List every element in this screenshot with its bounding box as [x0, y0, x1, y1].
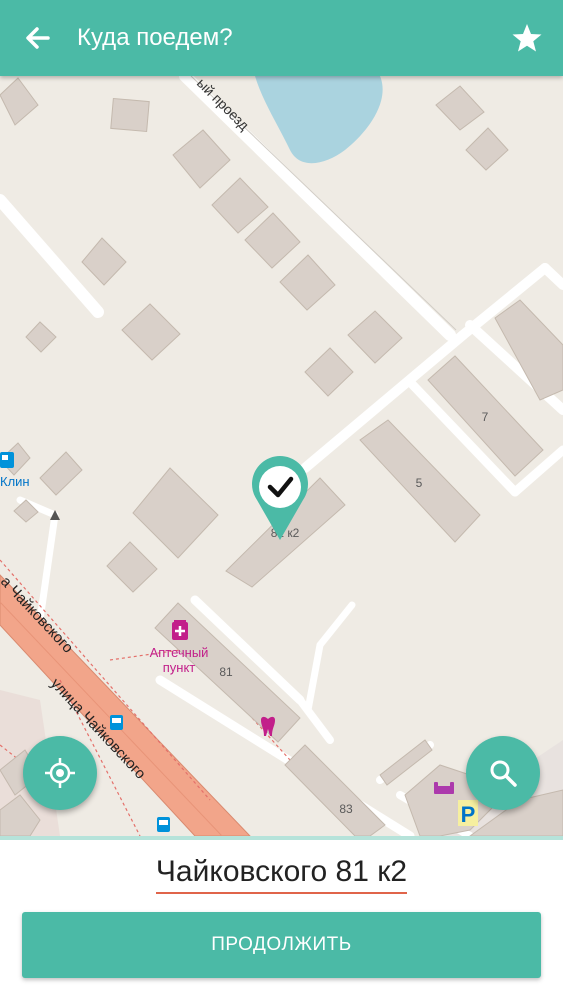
continue-button[interactable]: ПРОДОЛЖИТЬ	[22, 912, 541, 978]
pharmacy-label-line1: Аптечный	[150, 645, 209, 660]
house-number-83: 83	[339, 802, 353, 816]
my-location-button[interactable]	[23, 736, 97, 810]
street-label-proezd: ый проезд	[194, 76, 252, 133]
bus-stop-icon	[157, 817, 170, 832]
bottom-panel: Чайковского 81 к2 ПРОДОЛЖИТЬ	[0, 836, 563, 1000]
back-button[interactable]	[18, 18, 58, 58]
crosshair-icon	[45, 758, 75, 788]
star-icon	[512, 24, 542, 52]
map-view[interactable]: 7 5 81 к2 81 83 ый проезд а Чайковского …	[0, 76, 563, 836]
favorite-button[interactable]	[507, 18, 547, 58]
address-text: Чайковского 81 к2	[155, 854, 408, 894]
search-icon	[490, 760, 517, 787]
map-canvas[interactable]: 7 5 81 к2 81 83 ый проезд а Чайковского …	[0, 76, 563, 836]
house-number-5: 5	[416, 476, 423, 490]
arrow-left-icon	[26, 27, 50, 49]
page-title: Куда поедем?	[77, 24, 233, 51]
selected-address: Чайковского 81 к2	[0, 854, 563, 894]
pharmacy-label-line2: пункт	[163, 660, 196, 675]
app-bar: Куда поедем?	[0, 0, 563, 76]
water-body	[255, 76, 383, 164]
house-number-7: 7	[482, 410, 489, 424]
parking-label: P	[461, 802, 476, 827]
panel-divider	[0, 836, 563, 840]
bus-stop-icon	[110, 715, 123, 730]
fuel-label: Клин	[0, 474, 30, 489]
search-button[interactable]	[466, 736, 540, 810]
house-number-81: 81	[219, 665, 233, 679]
parking-poi: P	[458, 800, 478, 827]
